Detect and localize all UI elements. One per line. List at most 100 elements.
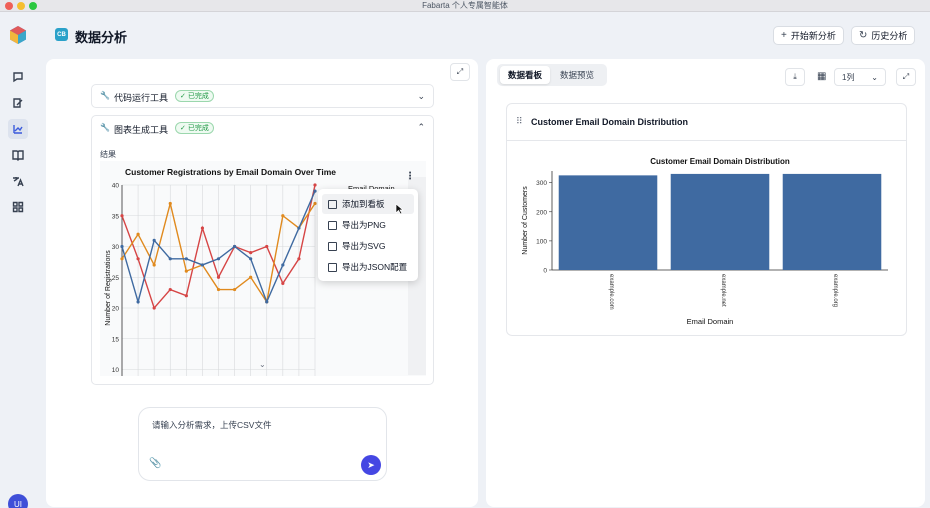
chart-title: Customer Registrations by Email Domain O… [125, 167, 336, 177]
check-icon: ✓ [180, 125, 186, 132]
data-point [184, 269, 188, 273]
dashboard-panel: 数据看板 数据预览 ⤓ ▦ 1列 ⌄ ⤢ ⠿ Customer Email Dom… [486, 59, 925, 507]
plus-icon: + [781, 30, 787, 41]
data-point [281, 263, 285, 267]
column-select[interactable]: 1列 ⌄ [834, 68, 886, 86]
data-point [120, 244, 124, 249]
send-icon: ➤ [367, 459, 375, 470]
edit-icon [13, 98, 23, 108]
data-point [281, 281, 285, 285]
data-point [120, 214, 124, 218]
data-point [136, 257, 140, 261]
x-tick-label: example.com [608, 274, 614, 310]
data-point [265, 300, 269, 304]
card-header: ⠿ Customer Email Domain Distribution [507, 104, 906, 141]
sidebar-item-analysis[interactable] [8, 119, 28, 139]
analysis-icon [13, 125, 23, 134]
y-tick-label: 200 [536, 209, 547, 216]
sidebar-item-translate[interactable] [8, 171, 28, 191]
expand-button[interactable]: ⤢ [450, 63, 470, 81]
y-axis-label: Number of Registrations [105, 250, 112, 326]
tab-dashboard[interactable]: 数据看板 [500, 66, 550, 84]
expand-icon: ⤢ [456, 67, 464, 76]
data-point [313, 189, 317, 193]
data-point [200, 226, 205, 230]
menu-item-export-svg[interactable]: 导出为SVG [322, 236, 414, 256]
data-point [249, 251, 253, 255]
data-point [232, 287, 237, 292]
wrench-icon: 🔧 [100, 91, 110, 100]
image-icon [328, 220, 337, 230]
page-title: 数据分析 [75, 30, 128, 45]
title-bar: Fabarta 个人专属智能体 [0, 0, 930, 12]
image-icon [328, 241, 337, 251]
data-point [216, 275, 221, 279]
y-tick-label: 20 [112, 306, 120, 313]
tab-data-preview[interactable]: 数据预览 [552, 66, 602, 84]
history-button[interactable]: ↻ 历史分析 [851, 26, 916, 45]
data-point [313, 201, 317, 206]
send-button[interactable]: ➤ [361, 455, 381, 475]
window-title: Fabarta 个人专属智能体 [422, 1, 508, 10]
tool-card-code[interactable]: 🔧 代码运行工具 ✓ 已完成 ⌄ [91, 84, 434, 108]
card-title: Customer Email Domain Distribution [531, 117, 689, 127]
y-tick-label: 40 [112, 183, 120, 190]
menu-item-export-json[interactable]: 导出为JSON配置 [322, 257, 414, 277]
page-icon: CB [55, 28, 68, 41]
chat-panel: ⤢ 🔧 代码运行工具 ✓ 已完成 ⌄ 🔧 图表生成工具 ✓ 已完成 ⌃ 结果 Cus… [46, 59, 478, 507]
new-analysis-button[interactable]: + 开始新分析 [773, 26, 844, 45]
scroll-down-icon[interactable]: ⌄ [259, 360, 266, 369]
menu-item-label: 导出为JSON配置 [342, 262, 408, 272]
data-point [265, 244, 269, 249]
dashboard-card: ⠿ Customer Email Domain Distribution Cus… [506, 103, 907, 336]
grid-layout-icon[interactable]: ▦ [817, 71, 826, 82]
sidebar-item-book[interactable] [8, 145, 28, 165]
tool-name: 图表生成工具 [114, 125, 169, 135]
drag-handle-icon[interactable]: ⠿ [516, 116, 523, 127]
download-button[interactable]: ⤓ [785, 68, 805, 86]
data-point [152, 263, 156, 267]
page-header: CB 数据分析 + 开始新分析 ↻ 历史分析 [38, 12, 930, 56]
data-point [184, 294, 188, 298]
file-icon [328, 262, 337, 272]
chat-icon [13, 72, 23, 83]
check-icon: ✓ [180, 93, 186, 100]
y-tick-label: 300 [536, 180, 547, 187]
data-point [168, 201, 172, 206]
apps-icon [12, 201, 24, 213]
chat-input[interactable]: 请输入分析需求，上传CSV文件 [152, 419, 271, 431]
attach-icon[interactable]: 📎 [149, 458, 163, 472]
menu-item-export-png[interactable]: 导出为PNG [322, 215, 414, 235]
status-badge: ✓ 已完成 [175, 122, 214, 134]
history-label: 历史分析 [871, 31, 908, 41]
wrench-icon: 🔧 [100, 123, 110, 132]
user-avatar[interactable]: UI [8, 494, 28, 508]
sidebar-item-edit[interactable] [8, 93, 28, 113]
column-select-value: 1列 [842, 72, 855, 82]
chat-input-box[interactable]: 请输入分析需求，上传CSV文件 📎 ➤ [138, 407, 387, 481]
data-point [249, 257, 253, 261]
more-options-icon[interactable]: ⋮ [405, 171, 415, 182]
data-point [136, 300, 140, 304]
book-icon [12, 150, 24, 161]
app-logo [8, 25, 28, 45]
chevron-up-icon[interactable]: ⌃ [417, 122, 425, 133]
y-tick-label: 30 [112, 244, 120, 251]
chart-title: Customer Email Domain Distribution [650, 157, 790, 166]
x-tick-label: example.net [720, 274, 726, 307]
x-axis-label: Email Domain [687, 317, 734, 326]
sidebar-item-chat[interactable] [8, 67, 28, 87]
bar [558, 175, 658, 270]
data-point [136, 232, 140, 236]
data-point [168, 257, 172, 261]
sidebar: UI [0, 12, 38, 508]
y-tick-label: 25 [112, 275, 120, 282]
chevron-down-icon[interactable]: ⌄ [417, 91, 425, 102]
sidebar-item-apps[interactable] [8, 197, 28, 217]
status-badge: ✓ 已完成 [175, 90, 214, 102]
status-text: 已完成 [187, 125, 209, 132]
result-label: 结果 [100, 150, 116, 159]
download-icon: ⤓ [793, 72, 797, 81]
fullscreen-button[interactable]: ⤢ [896, 68, 916, 86]
bar [670, 173, 770, 270]
